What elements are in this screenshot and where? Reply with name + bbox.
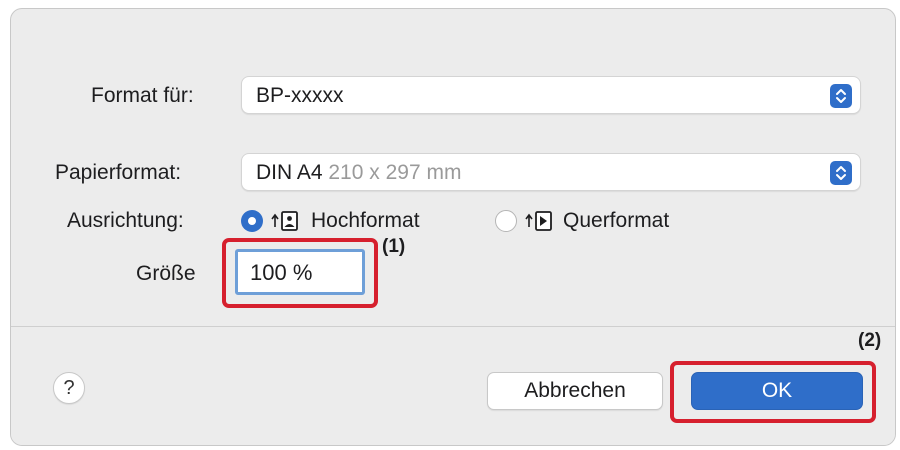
portrait-label[interactable]: Hochformat [311,209,420,233]
paper-size-dimensions: 210 x 297 mm [328,161,462,184]
popup-stepper-icon [830,161,852,185]
callout-highlight-scale [222,238,378,308]
format-for-popup[interactable]: BP-xxxxx [241,76,861,114]
landscape-label[interactable]: Querformat [563,209,669,233]
landscape-orientation-icon [525,211,552,231]
scale-label: Größe [136,262,196,285]
paper-size-value: DIN A4 210 x 297 mm [256,161,461,185]
portrait-orientation-icon [271,211,298,231]
paper-size-popup[interactable]: DIN A4 210 x 297 mm [241,153,861,191]
cancel-button[interactable]: Abbrechen [487,372,663,410]
orientation-label: Ausrichtung: [67,209,184,232]
callout-label-2: (2) [858,330,882,351]
popup-stepper-icon [830,84,852,108]
help-button[interactable]: ? [53,372,85,404]
paper-size-name: DIN A4 [256,161,323,184]
format-for-label: Format für: [91,84,194,107]
radio-landscape[interactable] [495,210,517,232]
format-for-value: BP-xxxxx [256,84,344,107]
callout-highlight-ok [670,361,876,423]
radio-portrait[interactable] [241,210,263,232]
callout-label-1: (1) [382,236,406,257]
paper-size-label: Papierformat: [55,161,182,184]
